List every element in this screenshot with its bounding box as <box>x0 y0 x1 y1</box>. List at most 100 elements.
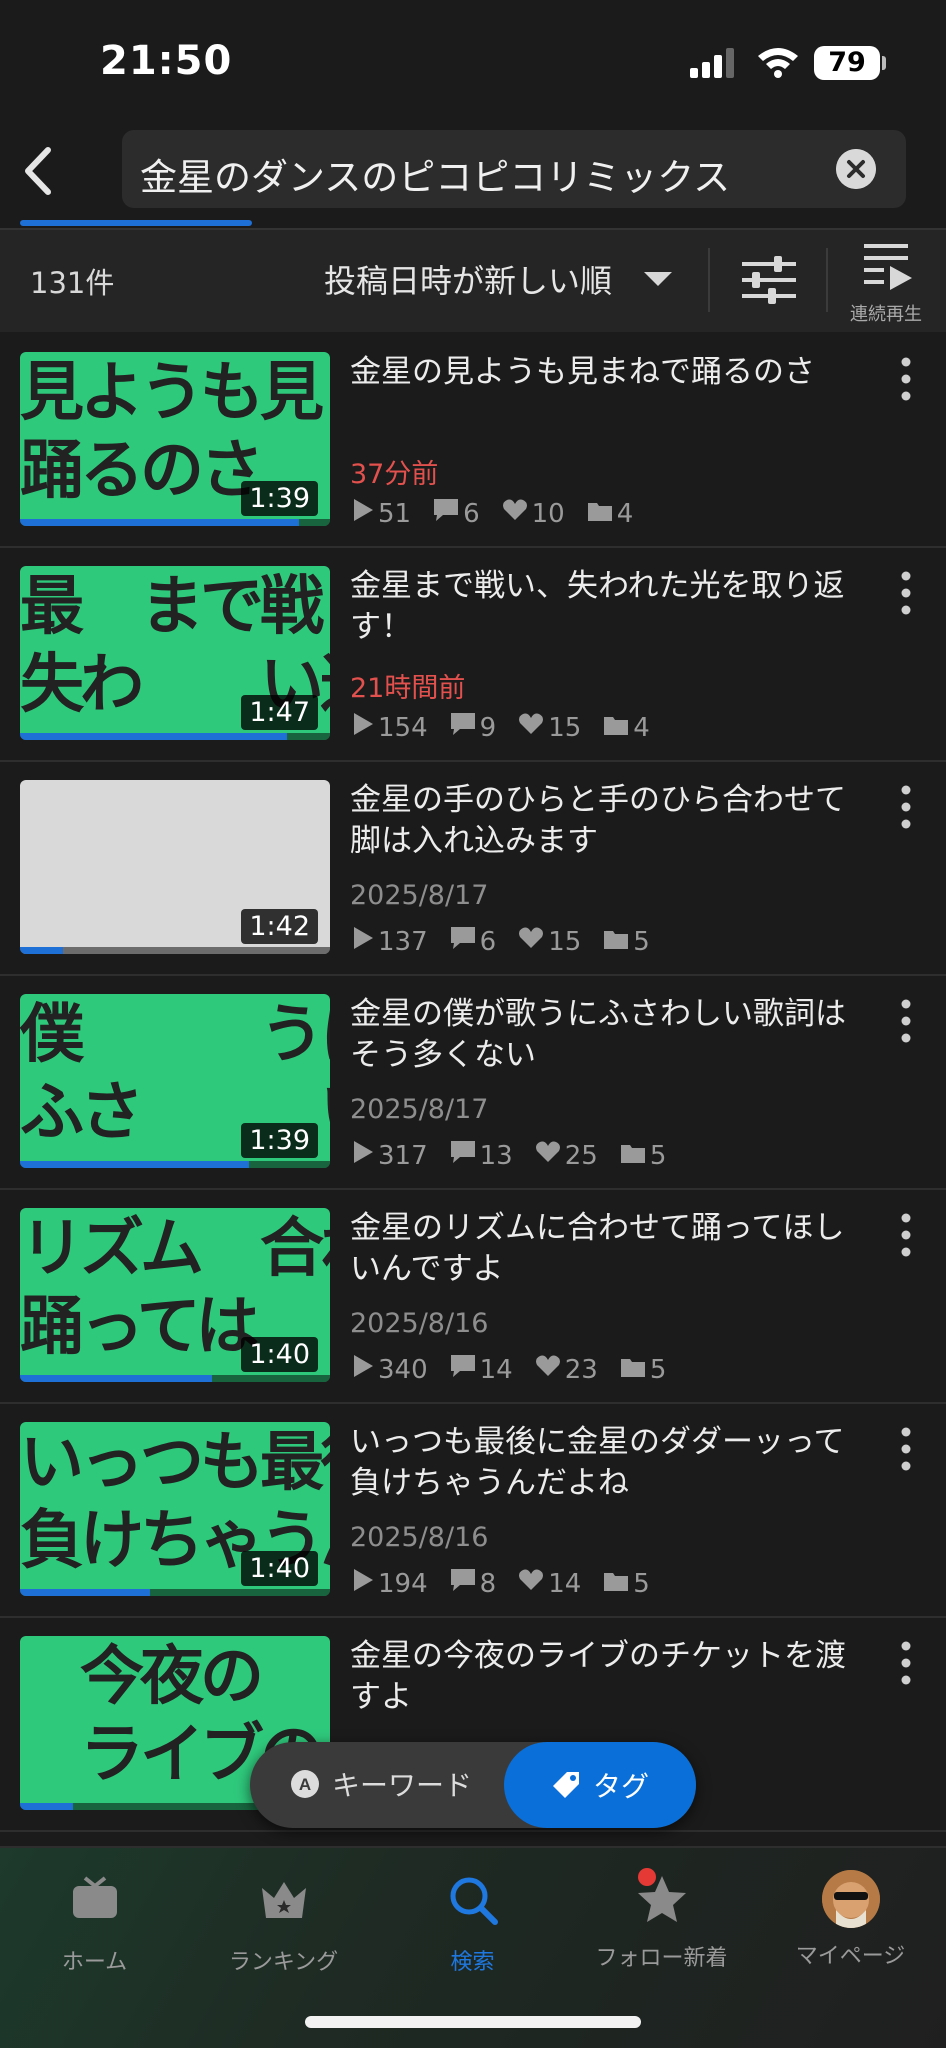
video-thumbnail[interactable]: 見ようも見まねで踊るのさ1:39 <box>20 352 330 526</box>
heart-icon <box>535 1140 565 1171</box>
like-count: 15 <box>518 926 581 957</box>
nav-mypage[interactable]: マイページ <box>756 1870 945 1970</box>
comment-count: 8 <box>450 1568 496 1599</box>
chevron-down-icon[interactable] <box>644 272 672 286</box>
view-count: 137 <box>352 926 428 957</box>
mylist-count: 5 <box>603 1569 650 1599</box>
folder-icon <box>603 1569 633 1599</box>
like-count: 25 <box>535 1140 598 1171</box>
thumbnail-caption: リズム 合わせて <box>20 1212 330 1286</box>
comment-icon <box>450 712 480 743</box>
battery-tip <box>882 56 886 70</box>
nav-home[interactable]: ホーム <box>0 1870 189 1976</box>
list-item[interactable]: 最 まで戦し失わ い返す1:47金星まで戦い、失われた光を取り返す！ 21時間前 1… <box>0 548 946 762</box>
video-thumbnail[interactable]: 1:42 <box>20 780 330 954</box>
video-stats: 137 6 15 5 <box>352 926 672 957</box>
keyword-icon: A <box>291 1770 319 1798</box>
playlist-play-icon <box>864 244 912 290</box>
clock: 21:50 <box>100 38 233 84</box>
tag-mode-button[interactable]: タグ <box>504 1742 696 1828</box>
video-stats: 194 8 14 5 <box>352 1568 672 1599</box>
continuous-play-button[interactable]: 連続再生 <box>836 236 936 328</box>
nav-ranking[interactable]: ランキング <box>189 1870 378 1976</box>
list-item[interactable]: 僕 うにふさ い1:39金星の僕が歌うにふさわしい歌詞はそう多くない 2025/8… <box>0 976 946 1190</box>
mylist-count: 5 <box>620 1141 666 1171</box>
nav-search[interactable]: 検索 <box>378 1870 567 1976</box>
thumbnail-caption: 最 まで戦し <box>20 570 330 644</box>
watch-progress-bar <box>20 1161 250 1168</box>
nav-label: フォロー新着 <box>595 1946 728 1971</box>
search-mode-toggle: A キーワード タグ <box>250 1742 696 1828</box>
more-options-icon[interactable] <box>890 782 922 832</box>
list-item[interactable]: 1:42 金星の手のひらと手のひら合わせて脚は入れ込みます 2025/8/17 137… <box>0 762 946 976</box>
watch-progress-bar <box>20 519 299 526</box>
list-item[interactable]: 見ようも見まねで踊るのさ1:39 金星の見ようも見まねで踊るのさ 37分前 51 6 10… <box>0 334 946 548</box>
comment-count: 14 <box>450 1354 513 1385</box>
video-date: 2025/8/16 <box>350 1308 489 1339</box>
list-item[interactable]: いっつも最後に負けちゃうんだよね1:40いっつも最後に金星のダダーッって負けちゃ… <box>0 1404 946 1618</box>
more-options-icon[interactable] <box>890 568 922 618</box>
video-thumbnail[interactable]: いっつも最後に負けちゃうんだよね1:40 <box>20 1422 330 1596</box>
watch-progress-bar <box>20 947 64 954</box>
list-item[interactable]: リズム 合わせて踊っては1:40金星のリズムに合わせて踊ってほしいんですよ 202… <box>0 1190 946 1404</box>
nav-label: 検索 <box>450 1950 495 1975</box>
video-title[interactable]: 金星のリズムに合わせて踊ってほしいんですよ <box>350 1208 870 1290</box>
search-input[interactable]: 金星のダンスのピコピコリミックス <box>122 130 906 208</box>
notification-badge <box>637 1868 656 1886</box>
more-options-icon[interactable] <box>890 996 922 1046</box>
nav-follow-new[interactable]: フォロー新着 <box>567 1868 756 1972</box>
folder-icon <box>603 927 633 957</box>
video-title[interactable]: 金星の手のひらと手のひら合わせて脚は入れ込みます <box>350 780 870 862</box>
video-duration: 1:40 <box>241 1551 318 1586</box>
avatar <box>821 1870 880 1928</box>
more-options-icon[interactable] <box>890 354 922 404</box>
wifi-icon <box>758 48 798 78</box>
video-list: 見ようも見まねで踊るのさ1:39 金星の見ようも見まねで踊るのさ 37分前 51 6 10… <box>0 334 946 1832</box>
video-title[interactable]: 金星の見ようも見まねで踊るのさ <box>350 352 870 393</box>
comment-icon <box>450 926 480 957</box>
folder-icon <box>620 1355 650 1385</box>
video-title[interactable]: 金星の僕が歌うにふさわしい歌詞はそう多くない <box>350 994 870 1076</box>
more-options-icon[interactable] <box>890 1424 922 1474</box>
more-options-icon[interactable] <box>890 1638 922 1688</box>
search-icon <box>450 1877 498 1925</box>
watch-progress-bar <box>20 1589 151 1596</box>
sort-dropdown[interactable]: 投稿日時が新しい順 <box>324 256 612 302</box>
mylist-count: 5 <box>620 1355 666 1385</box>
video-title[interactable]: いっつも最後に金星のダダーッって負けちゃうんだよね <box>350 1422 870 1504</box>
play-icon <box>352 1354 378 1385</box>
mylist-count: 5 <box>603 927 650 957</box>
keyword-mode-button[interactable]: A キーワード <box>290 1764 472 1804</box>
video-thumbnail[interactable]: 最 まで戦し失わ い返す1:47 <box>20 566 330 740</box>
thumbnail-caption: 今夜の <box>20 1640 264 1714</box>
thumbnail-caption: 僕 うに <box>20 998 330 1072</box>
heart-icon <box>502 498 532 529</box>
video-stats: 317 13 25 5 <box>352 1140 688 1171</box>
view-count: 51 <box>352 498 411 529</box>
video-date: 37分前 <box>350 459 439 490</box>
clear-search-icon[interactable] <box>836 149 876 189</box>
play-icon <box>352 498 378 529</box>
video-title[interactable]: 金星の今夜のライブのチケットを渡すよ <box>350 1636 870 1718</box>
video-title[interactable]: 金星まで戦い、失われた光を取り返す！ <box>350 566 870 648</box>
more-options-icon[interactable] <box>890 1210 922 1260</box>
video-duration: 1:40 <box>241 1337 318 1372</box>
tag-icon <box>552 1772 579 1798</box>
active-tab-indicator <box>20 220 252 226</box>
thumbnail-caption: 見ようも見まねで <box>20 356 330 430</box>
like-count: 10 <box>502 498 565 529</box>
play-icon <box>352 926 378 957</box>
video-date: 21時間前 <box>350 673 466 704</box>
video-date: 2025/8/17 <box>350 1094 489 1125</box>
nav-label: ホーム <box>61 1950 128 1975</box>
back-arrow-icon[interactable] <box>14 136 64 206</box>
filter-sliders-icon[interactable] <box>738 250 800 310</box>
watch-progress-bar <box>20 1803 73 1810</box>
video-thumbnail[interactable]: 僕 うにふさ い1:39 <box>20 994 330 1168</box>
play-icon <box>352 1568 378 1599</box>
video-thumbnail[interactable]: リズム 合わせて踊っては1:40 <box>20 1208 330 1382</box>
home-indicator <box>305 2016 641 2028</box>
video-duration: 1:39 <box>241 481 318 516</box>
divider <box>708 248 710 312</box>
heart-icon <box>518 712 548 743</box>
